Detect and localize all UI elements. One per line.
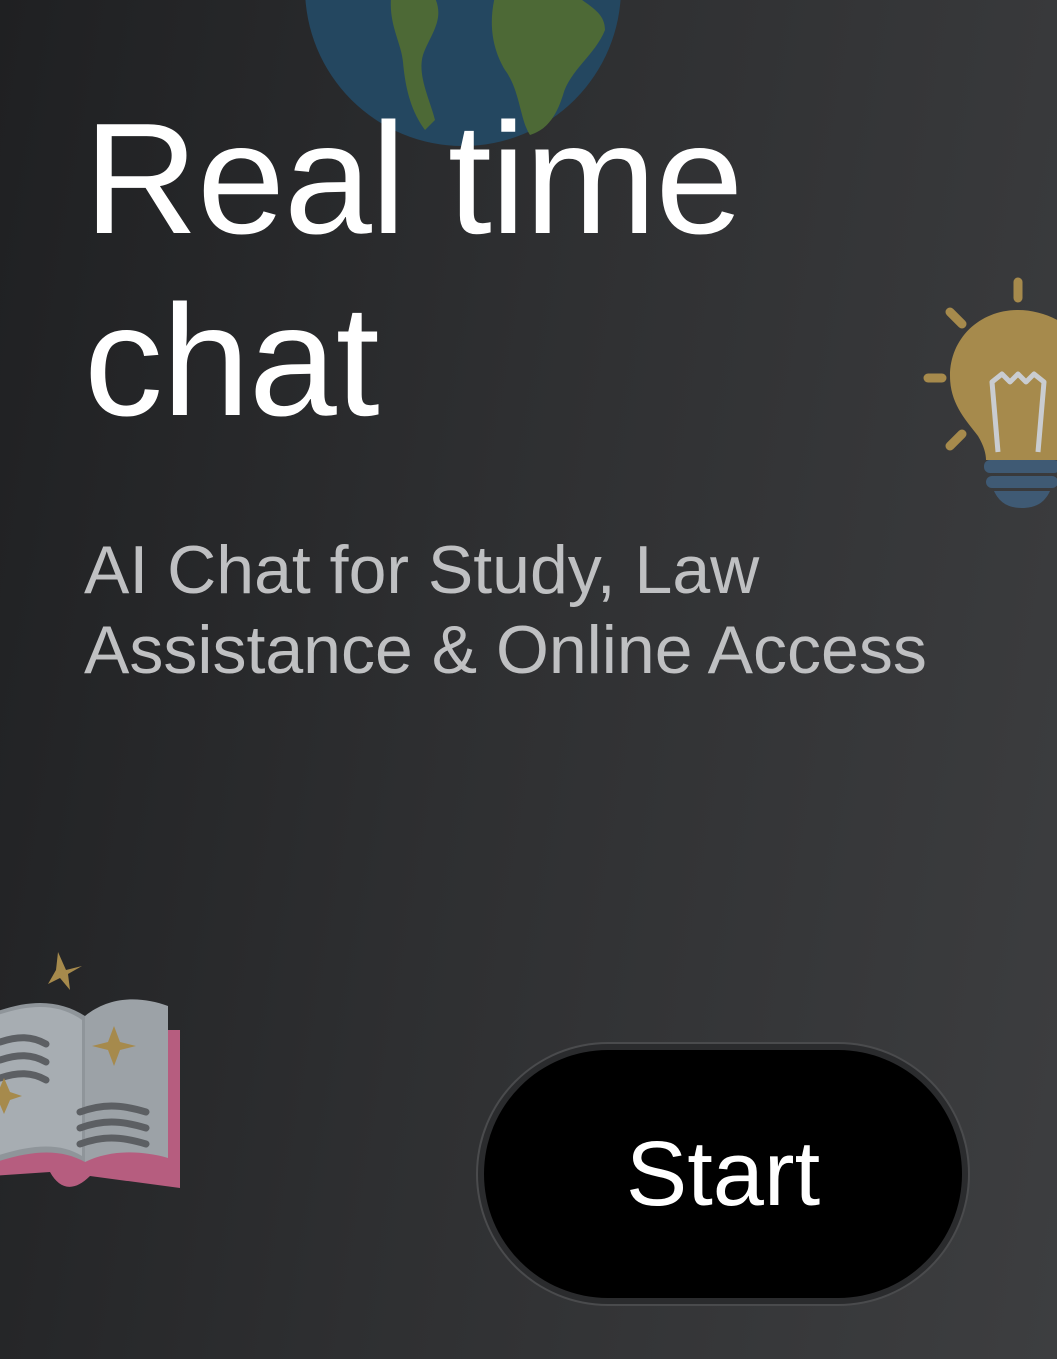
title-line-2: chat — [84, 273, 380, 449]
page-subtitle: AI Chat for Study, Law Assistance & Onli… — [84, 530, 1024, 690]
start-button[interactable]: Start — [484, 1050, 962, 1298]
open-book-icon — [0, 952, 180, 1188]
welcome-screen: Real time chat AI Chat for Study, Law As… — [0, 0, 1057, 1359]
page-title: Real time chat — [84, 88, 984, 452]
title-line-1: Real time — [84, 91, 743, 267]
subtitle-line-1: AI Chat for Study, Law — [84, 532, 760, 608]
subtitle-line-2: Assistance & Online Access — [84, 612, 927, 688]
